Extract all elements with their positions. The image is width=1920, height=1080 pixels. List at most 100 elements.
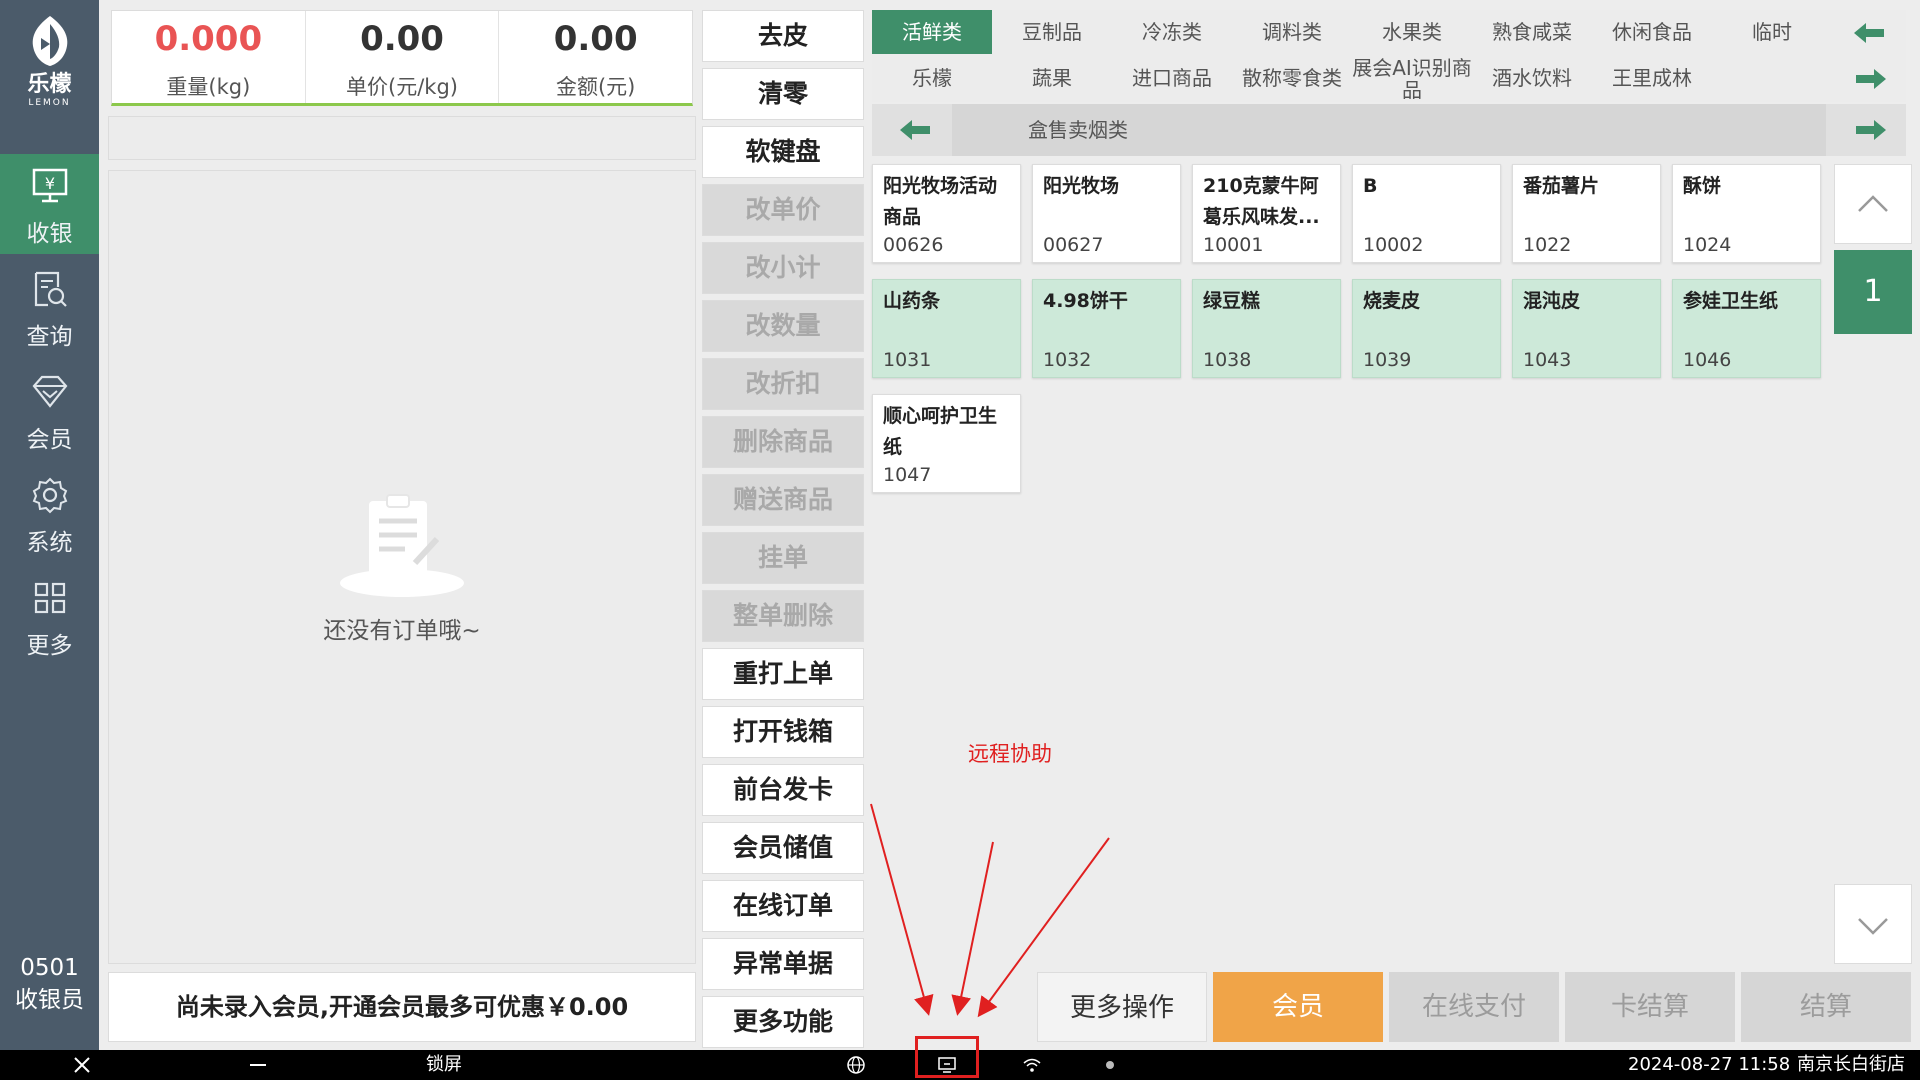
category-tab[interactable]: 冷冻类 — [1112, 10, 1232, 54]
page-up-button[interactable] — [1834, 164, 1912, 244]
category-tab[interactable]: 水果类 — [1352, 10, 1472, 54]
category-tab[interactable]: 豆制品 — [992, 10, 1112, 54]
product-name: 混沌皮 — [1523, 290, 1581, 312]
category-tab[interactable]: 酒水饮料 — [1472, 56, 1592, 100]
function-button[interactable]: 在线订单 — [702, 880, 864, 932]
product-card[interactable]: 4.98饼干 1032 — [1032, 279, 1181, 378]
close-icon[interactable] — [72, 1055, 92, 1075]
sidebar-item-label: 系统 — [26, 530, 73, 556]
empty-state: 还没有订单哦~ — [109, 491, 695, 645]
sub-category-tab[interactable]: 盒售卖烟类 — [952, 104, 1826, 156]
category-tab[interactable]: 熟食咸菜 — [1472, 10, 1592, 54]
member-discount-bar[interactable]: 尚未录入会员,开通会员最多可优惠￥0.00 — [108, 972, 696, 1042]
member-button[interactable]: 会员 — [1213, 972, 1383, 1042]
product-name: 顺心呵护卫生纸 — [883, 405, 998, 458]
category-tab[interactable]: 进口商品 — [1112, 56, 1232, 100]
arrow-right-icon[interactable] — [1850, 64, 1890, 94]
unit-price-label: 单价(元/kg) — [346, 75, 458, 99]
sidebar-item-system[interactable]: 系统 — [0, 463, 99, 563]
category-tab[interactable]: 乐檬 — [872, 56, 992, 100]
product-card[interactable]: B 10002 — [1352, 164, 1501, 263]
annotation-highlight-box — [915, 1036, 979, 1078]
more-actions-button[interactable]: 更多操作 — [1037, 972, 1207, 1042]
function-button[interactable]: 更多功能 — [702, 996, 864, 1048]
sidebar-item-member[interactable]: 会员 — [0, 360, 99, 460]
function-button[interactable]: 改单价 — [702, 184, 864, 236]
function-button[interactable]: 异常单据 — [702, 938, 864, 990]
function-button[interactable]: 整单删除 — [702, 590, 864, 642]
wifi-icon[interactable] — [1022, 1055, 1042, 1075]
lemon-logo-icon — [32, 16, 67, 66]
product-name: 烧麦皮 — [1363, 290, 1421, 312]
product-code: 1046 — [1683, 349, 1732, 371]
sidebar-item-cashier[interactable]: ¥ 收银 — [0, 154, 99, 254]
function-button[interactable]: 重打上单 — [702, 648, 864, 700]
minimize-icon[interactable] — [248, 1055, 268, 1075]
product-card[interactable]: 210克蒙牛阿葛乐风味发... 10001 — [1192, 164, 1341, 263]
globe-icon[interactable] — [846, 1055, 866, 1075]
brand-name: 乐檬 — [27, 72, 72, 97]
scale-panel: 0.000 重量(kg) 0.00 单价(元/kg) 0.00 金额(元) — [111, 10, 693, 106]
category-tab[interactable]: 散称零食类 — [1232, 56, 1352, 100]
function-button[interactable]: 会员储值 — [702, 822, 864, 874]
chevron-up-icon — [1858, 195, 1888, 212]
category-tab[interactable]: 王里成林 — [1592, 56, 1712, 100]
card-pay-button[interactable]: 卡结算 — [1565, 972, 1735, 1042]
function-button[interactable]: 去皮 — [702, 10, 864, 62]
sub-arrow-right-icon[interactable] — [1850, 115, 1890, 145]
arrow-left-icon[interactable] — [1850, 18, 1890, 48]
product-card[interactable]: 山药条 1031 — [872, 279, 1021, 378]
page-down-button[interactable] — [1834, 884, 1912, 964]
sidebar-item-query[interactable]: 查询 — [0, 257, 99, 357]
product-name: 绿豆糕 — [1203, 290, 1261, 312]
product-card[interactable]: 烧麦皮 1039 — [1352, 279, 1501, 378]
product-card[interactable]: 混沌皮 1043 — [1512, 279, 1661, 378]
category-tab[interactable]: 蔬果 — [992, 56, 1112, 100]
category-tab[interactable]: 活鲜类 — [872, 10, 992, 54]
product-card[interactable]: 绿豆糕 1038 — [1192, 279, 1341, 378]
product-card[interactable]: 酥饼 1024 — [1672, 164, 1821, 263]
cashier-id: 0501 — [20, 955, 79, 981]
category-tabs: 活鲜类 豆制品 冷冻类 调料类 水果类 熟食咸菜 休闲食品 临时 乐檬 蔬果 进口商品 散称零食类展… — [872, 10, 1906, 102]
function-button[interactable]: 软键盘 — [702, 126, 864, 178]
product-name: 4.98饼干 — [1043, 290, 1128, 312]
function-button[interactable]: 前台发卡 — [702, 764, 864, 816]
category-tab[interactable]: 休闲食品 — [1592, 10, 1712, 54]
online-pay-button[interactable]: 在线支付 — [1389, 972, 1559, 1042]
product-code: 1039 — [1363, 349, 1412, 371]
product-card[interactable]: 参娃卫生纸 1046 — [1672, 279, 1821, 378]
empty-clipboard-icon — [340, 494, 464, 597]
category-tab[interactable]: 临时 — [1712, 10, 1832, 54]
product-card[interactable]: 阳光牧场 00627 — [1032, 164, 1181, 263]
sidebar-item-label: 更多 — [26, 633, 73, 659]
sub-arrow-left-icon[interactable] — [896, 115, 936, 145]
function-button[interactable]: 改折扣 — [702, 358, 864, 410]
function-button[interactable]: 删除商品 — [702, 416, 864, 468]
status-dot-icon — [1106, 1061, 1114, 1069]
function-button[interactable]: 赠送商品 — [702, 474, 864, 526]
function-button[interactable]: 改小计 — [702, 242, 864, 294]
product-card[interactable]: 阳光牧场活动商品 00626 — [872, 164, 1021, 263]
query-icon — [34, 271, 67, 307]
category-tab[interactable]: 调料类 — [1232, 10, 1352, 54]
function-button[interactable]: 改数量 — [702, 300, 864, 352]
checkout-button[interactable]: 结算 — [1741, 972, 1911, 1042]
function-button[interactable]: 挂单 — [702, 532, 864, 584]
weight-value: 0.000 — [154, 19, 263, 59]
lock-screen-button[interactable]: 锁屏 — [426, 1050, 462, 1080]
function-button[interactable]: 清零 — [702, 68, 864, 120]
unit-price-value: 0.00 — [360, 19, 444, 59]
diamond-icon — [32, 375, 67, 408]
product-card[interactable]: 番茄薯片 1022 — [1512, 164, 1661, 263]
sidebar-item-more[interactable]: 更多 — [0, 566, 99, 666]
product-card[interactable]: 顺心呵护卫生纸 1047 — [872, 394, 1021, 493]
empty-text: 还没有订单哦~ — [323, 618, 481, 644]
grid-icon — [34, 582, 65, 614]
barcode-strip[interactable] — [108, 116, 696, 160]
taskbar-store: 南京长白街店 — [1797, 1054, 1905, 1075]
function-button[interactable]: 打开钱箱 — [702, 706, 864, 758]
taskbar-datetime: 2024-08-27 11:58 — [1628, 1054, 1791, 1075]
product-code: 1032 — [1043, 349, 1092, 371]
category-tab[interactable]: 展会AI识别商品 — [1352, 56, 1472, 101]
amount-cell: 0.00 金额(元) — [499, 11, 692, 103]
